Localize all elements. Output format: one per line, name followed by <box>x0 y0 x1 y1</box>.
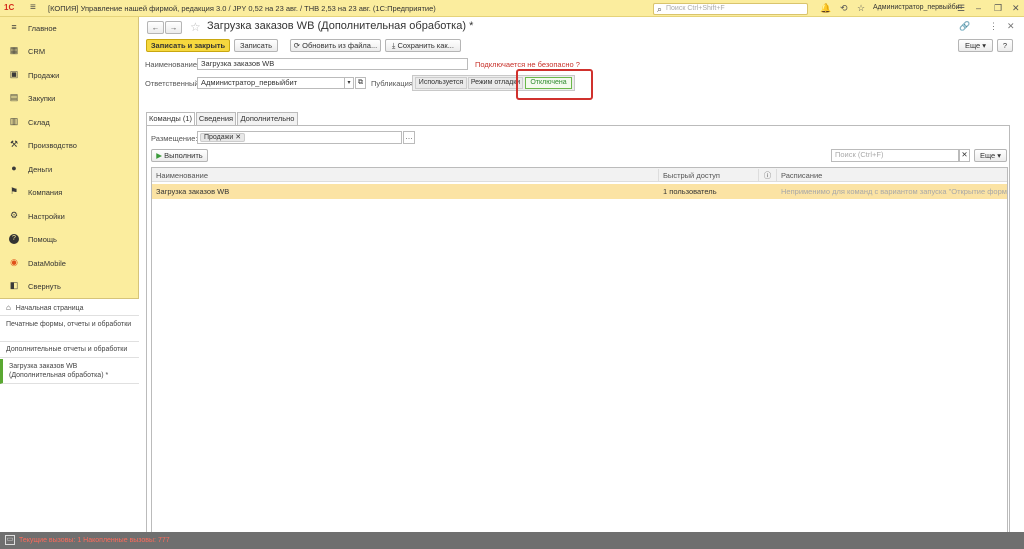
row-schedule-cell[interactable]: Неприменимо для команд с вариантом запус… <box>777 185 1007 198</box>
search-icon: ⌕ <box>657 4 663 14</box>
run-button[interactable]: ▶ Выполнить <box>151 149 208 162</box>
row-name-cell[interactable]: Загрузка заказов WB <box>152 185 659 198</box>
sidebar-item-crm[interactable]: ▦ CRM <box>0 40 139 62</box>
settings-menu-icon[interactable]: ☰ <box>957 3 965 14</box>
sidebar-item-warehouse[interactable]: ▥ Склад <box>0 111 139 133</box>
history-icon[interactable]: ⟲ <box>840 3 848 14</box>
window-title: [КОПИЯ] Управление нашей фирмой, редакци… <box>48 4 436 13</box>
responsible-field[interactable]: Администратор_первыйбит <box>197 77 353 89</box>
more-button[interactable]: Еще ▾ <box>958 39 993 52</box>
commands-table <box>151 167 1008 534</box>
placement-field[interactable]: Продажи ✕ <box>197 131 402 144</box>
unsafe-connection-link[interactable]: Подключается не безопасно ? <box>475 60 580 69</box>
update-from-file-button[interactable]: ⟳ Обновить из файла... <box>290 39 381 52</box>
column-header-quick-access[interactable]: Быстрый доступ <box>659 169 759 182</box>
chevron-down-icon: ▾ <box>982 41 987 50</box>
save-close-button[interactable]: Записать и закрыть <box>146 39 230 52</box>
home-icon: ⌂ <box>6 303 11 312</box>
save-button[interactable]: Записать <box>234 39 278 52</box>
back-button[interactable]: ← <box>147 21 164 34</box>
link-icon[interactable]: 🔗 <box>959 21 970 32</box>
sidebar-item-help[interactable]: ? Помощь <box>0 228 139 250</box>
home-page-link[interactable]: ⌂ Начальная страница <box>0 298 139 316</box>
menu-lines-icon: ≡ <box>11 22 17 32</box>
placement-label: Размещение: <box>151 134 198 143</box>
help-icon: ? <box>9 234 19 244</box>
favorite-star-icon[interactable]: ☆ <box>190 20 201 34</box>
title-bar: 1С ≡ [КОПИЯ] Управление нашей фирмой, ре… <box>0 0 1024 17</box>
publication-option-debug[interactable]: Режим отладки <box>468 77 523 89</box>
warehouse-icon: ▥ <box>9 116 19 126</box>
sidebar-item-sales[interactable]: ▣ Продажи <box>0 64 139 86</box>
global-search-input[interactable]: ⌕ Поиск Ctrl+Shift+F <box>653 3 808 15</box>
shopping-bag-icon: ▣ <box>9 69 19 79</box>
name-label: Наименование: <box>145 60 200 69</box>
money-icon: ● <box>11 163 17 173</box>
publication-label: Публикация: <box>371 79 415 88</box>
minimize-icon[interactable]: – <box>976 3 981 14</box>
column-header-schedule[interactable]: Расписание <box>777 169 1007 182</box>
status-bar: ▭ Текущие вызовы: 1 Накопленные вызовы: … <box>0 532 1024 549</box>
star-icon[interactable]: ☆ <box>857 3 865 14</box>
sidebar-item-datamobile[interactable]: ◉ DataMobile <box>0 252 139 274</box>
table-more-button[interactable]: Еще ▾ <box>974 149 1007 162</box>
sidebar-item-company[interactable]: ⚑ Компания <box>0 181 139 203</box>
1c-logo: 1С <box>4 3 15 12</box>
sidebar-item-main[interactable]: ≡ Главное <box>0 17 139 39</box>
publication-option-used[interactable]: Используется <box>415 77 467 89</box>
flag-icon: ⚑ <box>9 186 19 196</box>
tab-commands[interactable]: Команды (1) <box>146 112 195 126</box>
page-title: Загрузка заказов WB (Дополнительная обра… <box>207 20 474 32</box>
download-icon: ⤓ <box>392 41 396 50</box>
purchases-icon: ▤ <box>9 92 19 102</box>
info-icon: ⓘ <box>759 169 777 182</box>
sidebar-item-purchases[interactable]: ▤ Закупки <box>0 87 139 109</box>
help-button[interactable]: ? <box>997 39 1013 52</box>
name-field[interactable]: Загрузка заказов WB <box>197 58 468 70</box>
dropdown-arrow-icon[interactable]: ▾ <box>344 77 354 89</box>
forward-button[interactable]: → <box>165 21 182 34</box>
restore-icon[interactable]: ❐ <box>994 3 1002 14</box>
close-form-icon[interactable]: ✕ <box>1007 21 1015 32</box>
window-icon[interactable]: ▭ <box>5 535 15 545</box>
collapse-icon: ◧ <box>9 280 19 290</box>
sidebar-item-production[interactable]: ⚒ Производство <box>0 134 139 156</box>
calls-status: Текущие вызовы: 1 Накопленные вызовы: 77… <box>19 537 170 544</box>
sidebar-item-collapse[interactable]: ◧ Свернуть <box>0 275 139 297</box>
production-icon: ⚒ <box>9 139 19 149</box>
tab-additional[interactable]: Дополнительно <box>237 112 298 125</box>
open-windows-panel: ⌂ Начальная страница Печатные формы, отч… <box>0 298 139 532</box>
table-search-input[interactable]: Поиск (Ctrl+F) <box>831 149 959 162</box>
row-access-cell[interactable]: 1 пользователь <box>659 185 759 198</box>
form-area: ← → ☆ Загрузка заказов WB (Дополнительна… <box>140 17 1024 538</box>
crm-icon: ▦ <box>9 45 19 55</box>
column-header-name[interactable]: Наименование <box>152 169 659 182</box>
highlight-box <box>516 69 593 100</box>
open-window-additional-reports[interactable]: Дополнительные отчеты и обработки <box>0 343 139 358</box>
sidebar-item-settings[interactable]: ⚙ Настройки <box>0 205 139 227</box>
user-name[interactable]: Администратор_первыйбит <box>873 4 963 11</box>
update-icon: ⟳ <box>293 41 301 50</box>
close-icon[interactable]: ✕ <box>1012 3 1020 14</box>
gear-icon: ⚙ <box>9 210 19 220</box>
chevron-down-icon: ▾ <box>997 151 1002 160</box>
remove-tag-icon[interactable]: ✕ <box>235 134 241 141</box>
main-menu-icon[interactable]: ≡ <box>30 3 42 14</box>
more-menu-icon[interactable]: ⋮ <box>989 21 998 32</box>
responsible-label: Ответственный: <box>145 79 201 88</box>
open-window-current-form[interactable]: Загрузка заказов WB (Дополнительная обра… <box>0 359 139 384</box>
tab-info[interactable]: Сведения <box>196 112 236 125</box>
save-as-button[interactable]: ⤓ Сохранить как... <box>385 39 461 52</box>
play-icon: ▶ <box>156 151 163 160</box>
bell-icon[interactable]: 🔔 <box>820 3 831 14</box>
placement-tag[interactable]: Продажи ✕ <box>200 133 246 142</box>
open-window-print-forms[interactable]: Печатные формы, отчеты и обработки <box>0 317 139 342</box>
datamobile-icon: ◉ <box>10 257 18 267</box>
clear-search-icon[interactable]: ✕ <box>959 149 970 162</box>
placement-select-button[interactable]: … <box>403 131 415 144</box>
open-link-icon[interactable]: ⧉ <box>355 77 366 89</box>
sidebar-item-money[interactable]: ● Деньги <box>0 158 139 180</box>
